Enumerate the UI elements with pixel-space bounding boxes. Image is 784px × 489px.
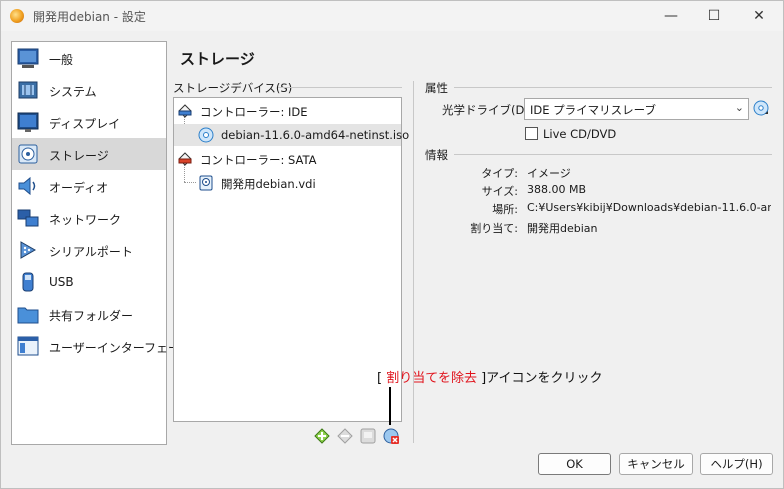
tree-item-label: debian-11.6.0-amd64-netinst.iso — [221, 128, 410, 142]
optical-drive-value: IDE プライマリスレーブ — [530, 103, 656, 117]
maximize-button[interactable]: ☐ — [691, 1, 737, 31]
sidebar-item-label: USB — [49, 275, 74, 289]
sidebar-item-general[interactable]: 一般 — [12, 42, 166, 74]
sidebar-item-storage[interactable]: ストレージ — [12, 138, 166, 170]
sidebar-item-usb[interactable]: USB — [12, 266, 166, 298]
info-row-label: サイズ: — [481, 185, 518, 198]
storage-tree[interactable]: コントローラー: IDE debian-11.6.0-amd64-netinst… — [173, 97, 409, 422]
info-row-value: 388.00 MB — [527, 183, 587, 196]
sidebar-item-label: ユーザーインターフェース — [49, 341, 192, 355]
remove-attachment-icon[interactable] — [382, 427, 400, 445]
settings-sidebar: 一般 システム ディスプレイ ストレージ オーディオ ネットワーク シリアルポー… — [11, 41, 191, 445]
tree-item-label: コントローラー: IDE — [200, 105, 308, 119]
cancel-button[interactable]: キャンセル — [619, 453, 693, 475]
info-row-label: タイプ: — [481, 167, 518, 180]
optical-drive-label: 光学ドライブ(D): — [442, 103, 533, 117]
sidebar-item-network[interactable]: ネットワーク — [12, 202, 166, 234]
title-bar: 開発用debian - 設定 — ☐ ✕ — [1, 1, 783, 31]
minimize-button[interactable]: — — [648, 1, 694, 31]
sidebar-item-system[interactable]: システム — [12, 74, 166, 106]
sidebar-item-label: オーディオ — [49, 181, 109, 195]
optical-disk-icon — [198, 127, 214, 143]
serial-port-icon — [20, 241, 37, 259]
add-controller-icon[interactable] — [313, 427, 331, 445]
display-icon — [17, 112, 39, 132]
group-divider — [454, 154, 772, 155]
sidebar-item-serial-port[interactable]: シリアルポート — [12, 234, 166, 266]
sidebar-item-label: ディスプレイ — [49, 117, 121, 131]
sidebar-item-user-interface[interactable]: ユーザーインターフェース — [12, 330, 191, 362]
virtualbox-app-icon — [10, 9, 24, 23]
system-icon — [18, 81, 38, 99]
tree-item-hard-disk[interactable]: 開発用debian.vdi — [174, 172, 401, 194]
usb-icon — [22, 272, 34, 292]
storage-devices-label: ストレージデバイス(S) — [173, 81, 293, 95]
audio-icon — [18, 176, 36, 196]
user-interface-icon — [17, 336, 39, 356]
close-button[interactable]: ✕ — [736, 1, 782, 31]
sidebar-item-label: ネットワーク — [49, 213, 122, 227]
tree-item-sata-controller[interactable]: コントローラー: SATA — [174, 148, 401, 170]
window-title: 開発用debian - 設定 — [33, 10, 146, 24]
page-title: ストレージ — [180, 50, 255, 68]
group-divider — [454, 87, 772, 88]
annotation-pointer-line — [389, 387, 391, 425]
instruction-annotation: [ 割り当てを除去 ]アイコンをクリック — [377, 367, 603, 386]
hard-disk-icon — [199, 175, 213, 191]
network-icon — [17, 209, 39, 227]
info-row-value: 開発用debian — [527, 222, 598, 235]
panel-separator — [413, 81, 414, 443]
ide-controller-icon — [178, 104, 192, 118]
annotation-highlight: 割り当てを除去 — [386, 371, 477, 386]
sata-controller-icon — [178, 152, 192, 166]
storage-icon — [18, 144, 38, 164]
tree-item-label: コントローラー: SATA — [200, 153, 317, 167]
ok-button[interactable]: OK — [538, 453, 611, 475]
sidebar-item-label: ストレージ — [49, 149, 109, 163]
sidebar-item-audio[interactable]: オーディオ — [12, 170, 166, 202]
tree-item-ide-controller[interactable]: コントローラー: IDE — [174, 100, 401, 122]
general-icon — [17, 48, 39, 68]
remove-controller-icon — [337, 428, 353, 444]
settings-window: 開発用debian - 設定 — ☐ ✕ 一般 システム ディスプレイ ストレー… — [0, 0, 784, 489]
shared-folder-icon — [17, 307, 39, 324]
sidebar-item-label: シリアルポート — [49, 245, 133, 259]
sidebar-item-label: システム — [49, 85, 97, 99]
tree-item-label: 開発用debian.vdi — [221, 177, 316, 191]
group-divider — [278, 87, 402, 88]
help-button[interactable]: ヘルプ(H) — [700, 453, 773, 475]
sidebar-item-shared-folder[interactable]: 共有フォルダー — [12, 298, 166, 330]
attributes-label: 属性 — [425, 81, 448, 95]
sidebar-item-label: 一般 — [49, 53, 74, 67]
info-row-value: C:¥Users¥kibij¥Downloads¥debian-11.6.0-a… — [527, 201, 771, 214]
tree-item-optical-disk[interactable]: debian-11.6.0-amd64-netinst.iso — [174, 124, 409, 146]
info-label: 情報 — [425, 148, 448, 162]
chevron-down-icon: ⌄ — [734, 101, 744, 114]
sidebar-item-label: 共有フォルダー — [49, 309, 134, 323]
optical-drive-select[interactable]: IDE プライマリスレーブ ⌄ — [524, 98, 749, 120]
live-cd-label: Live CD/DVD — [543, 127, 617, 141]
choose-disk-icon[interactable] — [753, 100, 771, 118]
annotation-prefix: [ — [377, 371, 387, 386]
info-row-value: イメージ — [527, 167, 571, 180]
live-cd-checkbox[interactable] — [525, 127, 538, 140]
sidebar-item-display[interactable]: ディスプレイ — [12, 106, 166, 138]
annotation-suffix: ]アイコンをクリック — [476, 371, 603, 386]
info-row-label: 割り当て: — [470, 222, 518, 235]
info-row-label: 場所: — [492, 203, 518, 216]
add-attachment-icon — [360, 428, 376, 444]
